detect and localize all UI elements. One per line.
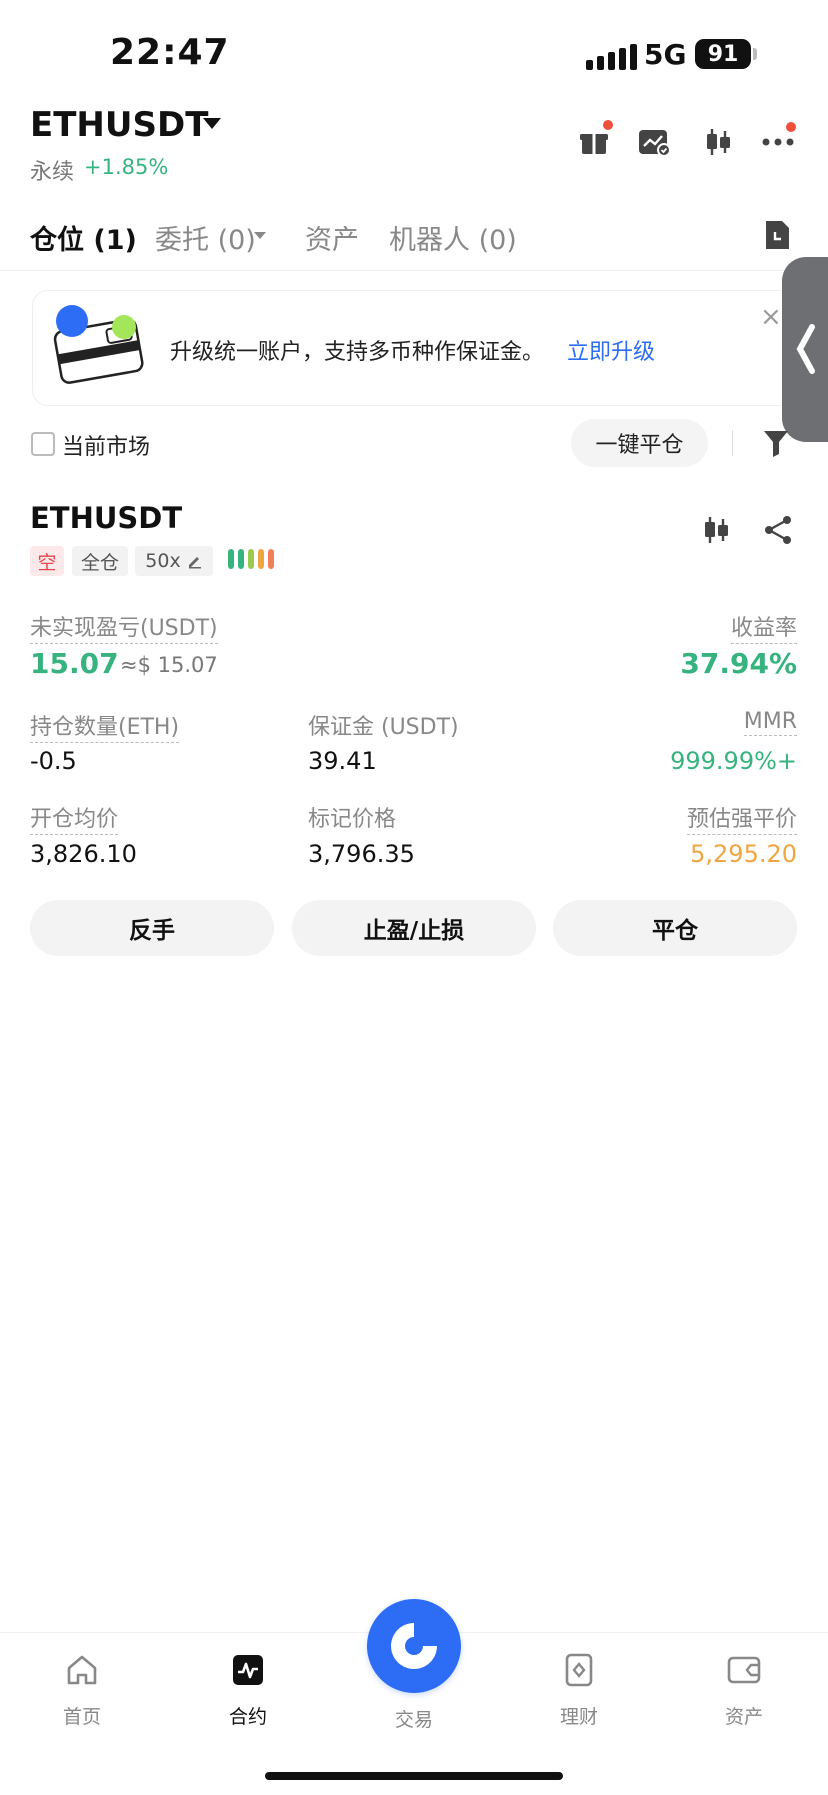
banner-text: 升级统一账户，支持多币种作保证金。 <box>170 340 545 365</box>
entry-price-label[interactable]: 开仓均价 <box>30 801 119 835</box>
side-panel-handle[interactable] <box>782 257 828 442</box>
adl-bar <box>228 549 234 569</box>
caret-down-icon[interactable] <box>254 232 266 239</box>
gift-icon[interactable] <box>576 120 613 160</box>
filter-separator <box>732 430 733 456</box>
home-icon <box>64 1652 100 1688</box>
trade-fab[interactable] <box>367 1599 461 1693</box>
tab-orders[interactable]: 委托 (0) <box>155 218 256 257</box>
reverse-button[interactable]: 反手 <box>30 900 274 956</box>
price-change: +1.85% <box>84 155 169 179</box>
size-label[interactable]: 持仓数量(ETH) <box>30 709 180 743</box>
mark-price-value: 3,796.35 <box>308 840 415 868</box>
nav-home[interactable]: 首页 <box>37 1652 127 1729</box>
nav-earn-label: 理财 <box>559 1706 598 1728</box>
size-value: -0.5 <box>30 747 77 775</box>
history-document-icon[interactable] <box>763 219 791 251</box>
tpsl-button[interactable]: 止盈/止损 <box>292 900 536 956</box>
tab-positions[interactable]: 仓位 (1) <box>30 218 137 257</box>
entry-price-value: 3,826.10 <box>30 840 137 868</box>
nav-home-label: 首页 <box>62 1706 101 1728</box>
unrealized-pnl-label[interactable]: 未实现盈亏(USDT) <box>30 610 218 644</box>
candlestick-icon[interactable] <box>700 124 736 160</box>
roe-value: 37.94% <box>680 647 797 680</box>
wallet-illustration-icon <box>50 303 150 391</box>
share-icon[interactable] <box>762 514 794 546</box>
position-symbol[interactable]: ETHUSDT <box>30 501 182 535</box>
caret-down-icon[interactable] <box>203 118 221 129</box>
network-type: 5G <box>644 38 687 71</box>
margin-label: 保证金 (USDT) <box>308 715 459 740</box>
nav-trade-label[interactable]: 交易 <box>388 1705 440 1732</box>
liq-price-value: 5,295.20 <box>690 840 797 868</box>
nav-earn[interactable]: 理财 <box>534 1652 624 1729</box>
battery-indicator: 91 <box>695 39 751 69</box>
earn-icon <box>561 1652 597 1688</box>
leverage-badge[interactable]: 50x <box>135 546 213 576</box>
current-market-checkbox[interactable] <box>31 432 55 456</box>
wallet-icon <box>726 1652 762 1688</box>
adl-bar <box>238 549 244 569</box>
adl-bar <box>268 549 274 569</box>
symbol-selector[interactable]: ETHUSDT <box>30 105 208 145</box>
liq-price-label[interactable]: 预估强平价 <box>686 801 797 835</box>
current-market-label[interactable]: 当前市场 <box>62 429 150 461</box>
nav-assets-label: 资产 <box>724 1706 763 1728</box>
margin-mode-badge: 全仓 <box>72 546 128 576</box>
status-time: 22:47 <box>110 32 230 73</box>
mark-price-label: 标记价格 <box>308 807 397 832</box>
mmr-value: 999.99%+ <box>670 747 797 775</box>
adl-bar <box>258 549 264 569</box>
tab-bots[interactable]: 机器人 (0) <box>389 218 517 257</box>
trade-logo-icon <box>391 1623 437 1669</box>
battery-tip <box>753 48 757 60</box>
mmr-label[interactable]: MMR <box>743 709 797 736</box>
home-indicator <box>265 1772 563 1780</box>
contract-chart-icon <box>230 1652 266 1688</box>
tabs-divider <box>0 270 828 271</box>
close-position-button[interactable]: 平仓 <box>553 900 797 956</box>
close-all-button[interactable]: 一键平仓 <box>571 419 708 467</box>
side-badge: 空 <box>30 546 64 576</box>
unrealized-pnl-value: 15.07 <box>30 647 119 680</box>
nav-assets[interactable]: 资产 <box>699 1652 789 1729</box>
roe-label[interactable]: 收益率 <box>730 610 797 644</box>
leverage-value: 50x <box>145 550 181 572</box>
unrealized-pnl-usd: ≈$ 15.07 <box>120 653 218 677</box>
filter-icon[interactable] <box>762 428 790 458</box>
nav-contract[interactable]: 合约 <box>203 1652 293 1729</box>
cell-signal-icon <box>586 40 637 70</box>
chart-card-icon[interactable] <box>637 124 673 160</box>
nav-contract-label: 合约 <box>228 1706 267 1728</box>
edit-icon[interactable] <box>187 553 203 569</box>
contract-type: 永续 <box>30 160 75 185</box>
more-icon[interactable] <box>760 122 796 160</box>
close-icon[interactable]: × <box>760 302 782 332</box>
margin-value: 39.41 <box>308 747 377 775</box>
adl-indicator <box>228 549 274 569</box>
upgrade-now-link[interactable]: 立即升级 <box>567 334 655 366</box>
tab-assets[interactable]: 资产 <box>305 218 359 257</box>
adl-bar <box>248 549 254 569</box>
candlestick-icon[interactable] <box>700 514 732 546</box>
